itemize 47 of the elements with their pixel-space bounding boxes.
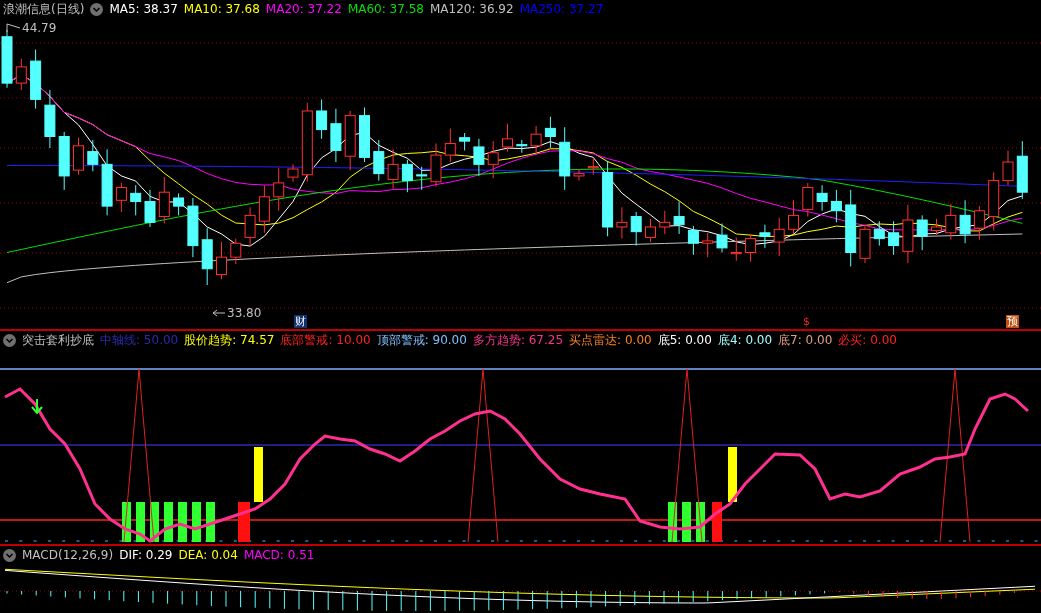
indicator-reading: 中轴线: 50.00 bbox=[100, 332, 179, 349]
indicator-reading: MACD: 0.51 bbox=[243, 547, 315, 564]
indicator-reading: 多方趋势: 67.25 bbox=[472, 332, 564, 349]
signal-bar bbox=[254, 447, 263, 502]
indicator-reading: 股价趋势: 74.57 bbox=[184, 332, 275, 349]
indicator-reading: 顶部警戒: 90.00 bbox=[376, 332, 467, 349]
indicator-reading: 底部警戒: 10.00 bbox=[280, 332, 371, 349]
panel-title: 浪潮信息(日线) bbox=[3, 1, 85, 18]
indicator-reading: 底5: 0.00 bbox=[657, 332, 712, 349]
signal-bar bbox=[728, 447, 737, 502]
signal-bar bbox=[192, 502, 201, 542]
signal-bar bbox=[122, 502, 131, 542]
indicator-reading: DIF: 0.29 bbox=[119, 547, 173, 564]
panel-title: MACD(12,26,9) bbox=[22, 547, 114, 564]
high-price-label: 44.79 bbox=[22, 21, 57, 35]
leader-line bbox=[212, 309, 226, 317]
indicator-reading: MA20: 37.22 bbox=[265, 1, 342, 18]
leader-line bbox=[6, 23, 21, 33]
indicator-reading: 买点雷达: 0.00 bbox=[569, 332, 652, 349]
signal-bar bbox=[178, 502, 187, 542]
dropdown-icon[interactable] bbox=[90, 2, 104, 16]
signal-bar bbox=[682, 502, 691, 542]
signal-bar bbox=[668, 502, 677, 542]
indicator-reading: MA120: 36.92 bbox=[429, 1, 514, 18]
indicator-reading: MA60: 37.58 bbox=[347, 1, 424, 18]
indicator-reading: DEA: 0.04 bbox=[178, 547, 238, 564]
signal-bar bbox=[712, 502, 722, 542]
indicator-reading: MA5: 38.37 bbox=[109, 1, 178, 18]
low-price-label: 33.80 bbox=[227, 306, 262, 320]
signal-bar bbox=[206, 502, 215, 542]
dropdown-icon[interactable] bbox=[3, 333, 16, 347]
signal-bar bbox=[238, 502, 250, 542]
signal-bar bbox=[164, 502, 173, 542]
indicator-reading: 底4: 0.00 bbox=[717, 332, 773, 349]
panel-title: 突击套利抄底 bbox=[22, 332, 94, 349]
event-marker[interactable]: 预 bbox=[1006, 315, 1019, 328]
signal-bar bbox=[136, 502, 145, 542]
dropdown-icon[interactable] bbox=[3, 548, 16, 562]
event-marker[interactable]: $ bbox=[802, 315, 811, 328]
arrow-icon bbox=[31, 398, 43, 415]
indicator-reading: MA10: 37.68 bbox=[183, 1, 260, 18]
signal-bar bbox=[150, 502, 159, 542]
signal-bar bbox=[696, 502, 705, 542]
indicator-reading: MA250: 37.27 bbox=[519, 1, 604, 18]
indicator-reading: 底7: 0.00 bbox=[778, 332, 833, 349]
indicator-reading: 必买: 0.00 bbox=[838, 332, 897, 349]
event-marker[interactable]: 财 bbox=[294, 315, 307, 328]
